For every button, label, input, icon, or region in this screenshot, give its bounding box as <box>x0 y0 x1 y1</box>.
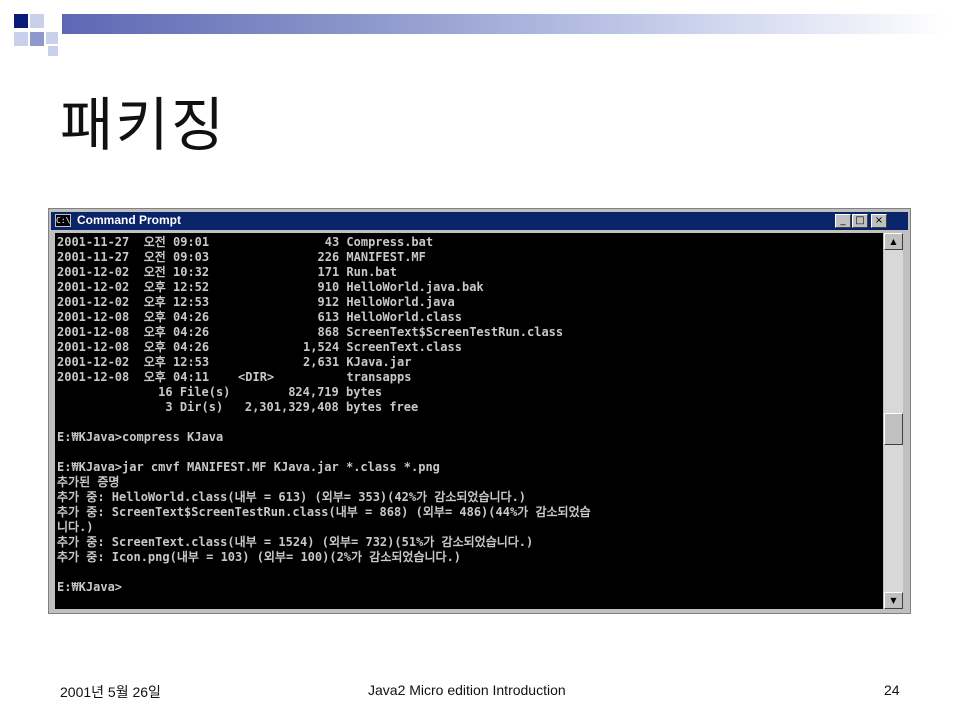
scroll-up-button[interactable]: ▲ <box>884 233 903 250</box>
slide-header-gradient-bar <box>62 14 948 34</box>
slide-decoration-square <box>30 14 44 28</box>
console-line: 2001-12-02 오후 12:53 2,631 KJava.jar <box>57 355 412 369</box>
console-line: 2001-11-27 오전 09:03 226 MANIFEST.MF <box>57 250 426 264</box>
console-line: 추가 중: ScreenText$ScreenTestRun.class(내부 … <box>57 505 591 519</box>
slide-decoration-square <box>48 46 58 56</box>
console-line: 3 Dir(s) 2,301,329,408 bytes free <box>57 400 419 414</box>
console-line: 2001-11-27 오전 09:01 43 Compress.bat <box>57 235 434 249</box>
console-line: 2001-12-08 오후 04:26 1,524 ScreenText.cla… <box>57 340 462 354</box>
console-line: 2001-12-02 오후 12:53 912 HelloWorld.java <box>57 295 455 309</box>
close-button[interactable]: × <box>871 214 887 228</box>
vertical-scrollbar[interactable]: ▲ ▼ <box>884 233 903 609</box>
minimize-button[interactable]: _ <box>835 214 851 228</box>
console-line: E:₩KJava>jar cmvf MANIFEST.MF KJava.jar … <box>57 460 440 474</box>
slide-decoration-square <box>14 14 28 28</box>
console-output[interactable]: 2001-11-27 오전 09:01 43 Compress.bat 2001-… <box>55 233 883 609</box>
maximize-button[interactable]: □ <box>852 214 868 228</box>
console-line: E:₩KJava>compress KJava <box>57 430 224 444</box>
console-line: 2001-12-02 오후 12:52 910 HelloWorld.java.… <box>57 280 484 294</box>
command-prompt-window: C:\ Command Prompt _ □ × 2001-11-27 오전 0… <box>48 208 911 614</box>
slide-decoration-square <box>46 32 58 44</box>
console-line: 추가 중: HelloWorld.class(내부 = 613) (외부= 35… <box>57 490 527 504</box>
window-title: Command Prompt <box>77 213 182 227</box>
scroll-down-button[interactable]: ▼ <box>884 592 903 609</box>
page-number: 24 <box>884 682 900 698</box>
console-line: 추가된 증명 <box>57 475 120 489</box>
console-line: 2001-12-08 오후 04:11 <DIR> transapps <box>57 370 412 384</box>
console-line: 2001-12-08 오후 04:26 868 ScreenText$Scree… <box>57 325 564 339</box>
slide-decoration-square <box>30 32 44 46</box>
console-line: 16 File(s) 824,719 bytes <box>57 385 383 399</box>
console-line: 2001-12-02 오전 10:32 171 Run.bat <box>57 265 397 279</box>
footer-date: 2001년 5월 26일 <box>60 684 161 700</box>
console-line: 추가 중: ScreenText.class(내부 = 1524) (외부= 7… <box>57 535 534 549</box>
command-prompt-icon[interactable]: C:\ <box>55 214 71 227</box>
scroll-thumb[interactable] <box>884 413 903 445</box>
console-line: 니다.) <box>57 520 94 534</box>
footer-title: Java2 Micro edition Introduction <box>368 682 566 698</box>
console-line: E:₩KJava> <box>57 580 123 594</box>
slide-decoration-square <box>14 32 28 46</box>
window-titlebar[interactable]: C:\ Command Prompt _ □ × <box>51 212 908 230</box>
console-line: 2001-12-08 오후 04:26 613 HelloWorld.class <box>57 310 462 324</box>
console-line: 추가 중: Icon.png(내부 = 103) (외부= 100)(2%가 감… <box>57 550 462 564</box>
page-title: 패키징 <box>60 91 227 159</box>
